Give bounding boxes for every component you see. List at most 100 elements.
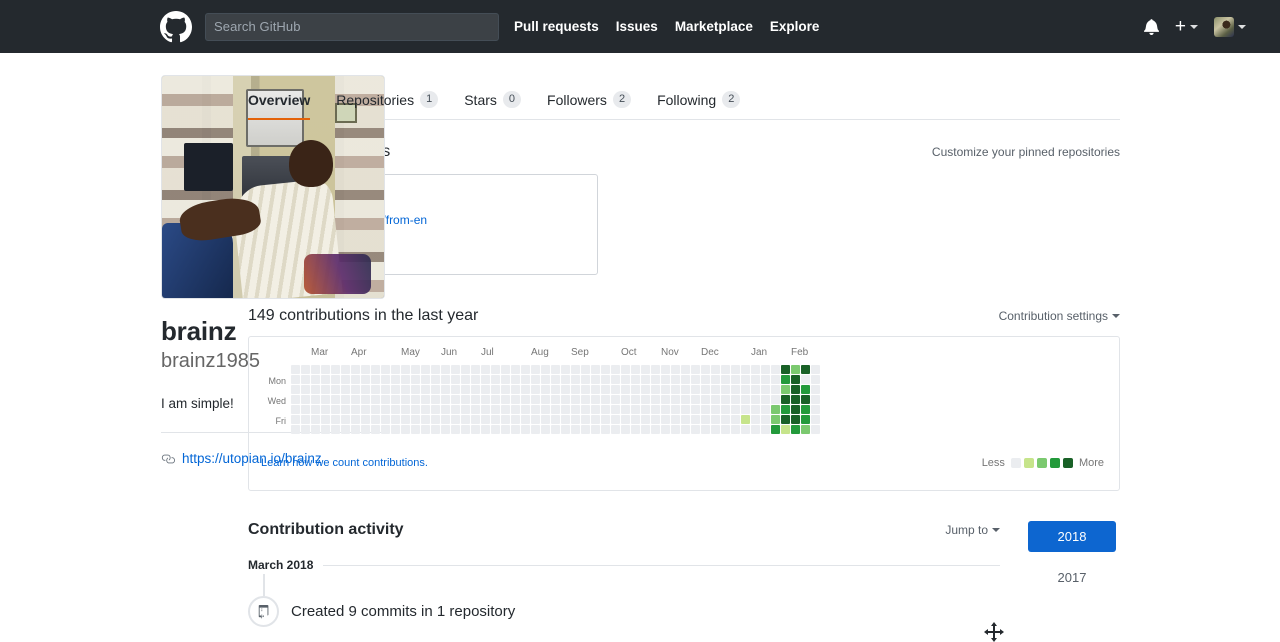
calendar-day-cell[interactable] — [541, 385, 550, 394]
calendar-day-cell[interactable] — [501, 425, 510, 434]
customize-pinned-repos-link[interactable]: Customize your pinned repositories — [932, 145, 1120, 159]
calendar-day-cell[interactable] — [491, 425, 500, 434]
calendar-day-cell[interactable] — [801, 415, 810, 424]
calendar-day-cell[interactable] — [311, 405, 320, 414]
calendar-day-cell[interactable] — [741, 365, 750, 374]
calendar-day-cell[interactable] — [681, 415, 690, 424]
calendar-day-cell[interactable] — [551, 385, 560, 394]
calendar-day-cell[interactable] — [731, 385, 740, 394]
calendar-day-cell[interactable] — [381, 405, 390, 414]
calendar-day-cell[interactable] — [301, 365, 310, 374]
calendar-day-cell[interactable] — [571, 415, 580, 424]
calendar-day-cell[interactable] — [471, 415, 480, 424]
nav-explore[interactable]: Explore — [770, 19, 820, 34]
calendar-day-cell[interactable] — [671, 365, 680, 374]
calendar-day-cell[interactable] — [361, 415, 370, 424]
learn-how-we-count-link[interactable]: Learn how we count contributions. — [261, 457, 428, 469]
calendar-day-cell[interactable] — [531, 395, 540, 404]
calendar-day-cell[interactable] — [691, 395, 700, 404]
calendar-day-cell[interactable] — [641, 415, 650, 424]
calendar-day-cell[interactable] — [511, 385, 520, 394]
calendar-day-cell[interactable] — [741, 425, 750, 434]
calendar-day-cell[interactable] — [591, 395, 600, 404]
calendar-day-cell[interactable] — [601, 365, 610, 374]
calendar-day-cell[interactable] — [531, 365, 540, 374]
calendar-day-cell[interactable] — [591, 425, 600, 434]
calendar-day-cell[interactable] — [451, 375, 460, 384]
calendar-day-cell[interactable] — [571, 375, 580, 384]
calendar-day-cell[interactable] — [331, 395, 340, 404]
calendar-day-cell[interactable] — [491, 395, 500, 404]
calendar-day-cell[interactable] — [431, 425, 440, 434]
calendar-day-cell[interactable] — [691, 365, 700, 374]
calendar-day-cell[interactable] — [791, 425, 800, 434]
calendar-day-cell[interactable] — [501, 385, 510, 394]
nav-marketplace[interactable]: Marketplace — [675, 19, 753, 34]
calendar-day-cell[interactable] — [601, 405, 610, 414]
calendar-day-cell[interactable] — [681, 395, 690, 404]
calendar-day-cell[interactable] — [701, 405, 710, 414]
calendar-day-cell[interactable] — [771, 375, 780, 384]
calendar-day-cell[interactable] — [711, 375, 720, 384]
tab-stars[interactable]: Stars 0 — [464, 91, 522, 119]
calendar-day-cell[interactable] — [541, 415, 550, 424]
calendar-day-cell[interactable] — [661, 385, 670, 394]
calendar-day-cell[interactable] — [661, 425, 670, 434]
calendar-day-cell[interactable] — [581, 375, 590, 384]
calendar-day-cell[interactable] — [401, 425, 410, 434]
calendar-day-cell[interactable] — [431, 385, 440, 394]
calendar-day-cell[interactable] — [541, 365, 550, 374]
calendar-day-cell[interactable] — [611, 405, 620, 414]
calendar-day-cell[interactable] — [411, 375, 420, 384]
calendar-day-cell[interactable] — [421, 425, 430, 434]
calendar-day-cell[interactable] — [741, 405, 750, 414]
calendar-day-cell[interactable] — [421, 375, 430, 384]
calendar-day-cell[interactable] — [371, 395, 380, 404]
calendar-day-cell[interactable] — [601, 385, 610, 394]
calendar-day-cell[interactable] — [431, 415, 440, 424]
calendar-day-cell[interactable] — [291, 375, 300, 384]
calendar-day-cell[interactable] — [711, 395, 720, 404]
calendar-day-cell[interactable] — [661, 415, 670, 424]
calendar-day-cell[interactable] — [391, 395, 400, 404]
calendar-day-cell[interactable] — [641, 425, 650, 434]
calendar-day-cell[interactable] — [371, 415, 380, 424]
calendar-day-cell[interactable] — [761, 415, 770, 424]
calendar-day-cell[interactable] — [551, 365, 560, 374]
calendar-day-cell[interactable] — [451, 395, 460, 404]
calendar-day-cell[interactable] — [701, 395, 710, 404]
calendar-day-cell[interactable] — [421, 385, 430, 394]
calendar-day-cell[interactable] — [291, 425, 300, 434]
calendar-day-cell[interactable] — [551, 395, 560, 404]
calendar-day-cell[interactable] — [541, 395, 550, 404]
calendar-day-cell[interactable] — [601, 415, 610, 424]
calendar-day-cell[interactable] — [631, 375, 640, 384]
calendar-day-cell[interactable] — [411, 405, 420, 414]
calendar-day-cell[interactable] — [321, 425, 330, 434]
calendar-day-cell[interactable] — [441, 405, 450, 414]
calendar-day-cell[interactable] — [611, 425, 620, 434]
calendar-day-cell[interactable] — [371, 425, 380, 434]
calendar-day-cell[interactable] — [361, 425, 370, 434]
calendar-day-cell[interactable] — [741, 415, 750, 424]
calendar-day-cell[interactable] — [581, 365, 590, 374]
nav-pull-requests[interactable]: Pull requests — [514, 19, 599, 34]
calendar-day-cell[interactable] — [611, 385, 620, 394]
calendar-day-cell[interactable] — [391, 405, 400, 414]
calendar-day-cell[interactable] — [421, 395, 430, 404]
calendar-day-cell[interactable] — [561, 365, 570, 374]
calendar-day-cell[interactable] — [631, 405, 640, 414]
calendar-day-cell[interactable] — [621, 365, 630, 374]
calendar-day-cell[interactable] — [521, 385, 530, 394]
calendar-day-cell[interactable] — [511, 365, 520, 374]
calendar-day-cell[interactable] — [551, 415, 560, 424]
calendar-day-cell[interactable] — [771, 385, 780, 394]
calendar-day-cell[interactable] — [741, 385, 750, 394]
calendar-day-cell[interactable] — [461, 395, 470, 404]
tab-overview[interactable]: Overview — [248, 92, 311, 120]
calendar-day-cell[interactable] — [781, 375, 790, 384]
calendar-day-cell[interactable] — [741, 395, 750, 404]
calendar-day-cell[interactable] — [431, 375, 440, 384]
calendar-day-cell[interactable] — [751, 405, 760, 414]
calendar-day-cell[interactable] — [441, 395, 450, 404]
